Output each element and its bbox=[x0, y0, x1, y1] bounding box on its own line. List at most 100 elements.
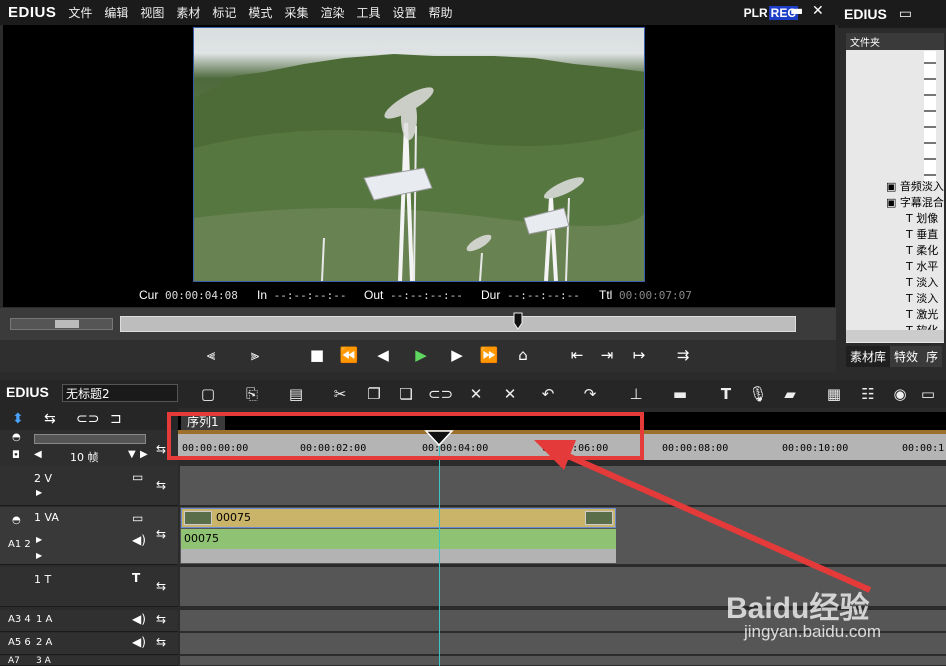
save-icon[interactable]: ▤ bbox=[286, 383, 306, 405]
sync-lock-icon[interactable]: ⇆ bbox=[156, 478, 166, 492]
plr-label[interactable]: PLR bbox=[744, 6, 768, 20]
seek-playhead[interactable] bbox=[513, 312, 523, 330]
track-header-2v[interactable]: 2 V ▭ ▶ ⇆ bbox=[0, 466, 178, 506]
zoom-label[interactable]: 10 帧 bbox=[70, 449, 99, 465]
paste-icon[interactable]: ❏ bbox=[396, 383, 416, 405]
next-edit-icon[interactable]: ⇥ bbox=[596, 344, 618, 366]
delete-icon[interactable]: ✕ bbox=[466, 383, 486, 405]
title-icon[interactable]: T bbox=[716, 383, 736, 405]
track-icon[interactable]: ◘ bbox=[12, 450, 20, 461]
set-in-icon[interactable]: ⫷ bbox=[200, 344, 222, 366]
sync-lock-icon[interactable]: ⇆ bbox=[156, 635, 166, 649]
expand-icon[interactable]: ⇆ bbox=[156, 442, 166, 456]
menu-capture[interactable]: 采集 bbox=[284, 4, 308, 21]
track-mode-icon[interactable]: ⊂⊃ bbox=[76, 411, 99, 427]
open-icon[interactable]: ⎘ bbox=[242, 383, 262, 405]
zoom-dropdown-icon[interactable]: ▼ bbox=[128, 449, 136, 460]
shuttle-slider[interactable] bbox=[10, 318, 113, 330]
track-header-1va[interactable]: ◓ 1 VA ▭ ◀) ▶ ▶ A1 2 ⇆ bbox=[0, 507, 178, 565]
zoom-right-icon[interactable]: ▶ bbox=[140, 449, 148, 460]
tree-item[interactable]: T 淡入 bbox=[886, 275, 944, 291]
expand-track-icon[interactable]: ▶ bbox=[36, 488, 42, 497]
mixer-icon[interactable]: ☷ bbox=[858, 383, 878, 405]
video-mute-icon[interactable]: ▭ bbox=[132, 470, 143, 484]
expand-track-icon[interactable]: ▶ bbox=[36, 551, 42, 560]
menu-view[interactable]: 视图 bbox=[140, 4, 164, 21]
ripple-delete-icon[interactable]: ✕ bbox=[500, 383, 520, 405]
track-header-2a[interactable]: A5 6 2 A ◀) ⇆ bbox=[0, 633, 178, 655]
menu-settings[interactable]: 设置 bbox=[392, 4, 416, 21]
menu-render[interactable]: 渲染 bbox=[320, 4, 344, 21]
tree-item[interactable]: ▣ 字幕混合 bbox=[886, 195, 944, 211]
zoom-slider[interactable] bbox=[34, 434, 146, 444]
play-icon[interactable]: ▶ bbox=[410, 344, 432, 366]
copy-icon[interactable]: ❐ bbox=[364, 383, 384, 405]
menu-tools[interactable]: 工具 bbox=[356, 4, 380, 21]
color-icon[interactable]: ◉ bbox=[890, 383, 910, 405]
menu-mode[interactable]: 模式 bbox=[248, 4, 272, 21]
mic-icon[interactable]: 🎙 bbox=[748, 383, 768, 405]
expand-track-icon[interactable]: ▶ bbox=[36, 535, 42, 544]
set-out-icon[interactable]: ⫸ bbox=[244, 344, 266, 366]
transition-icon[interactable]: ▬ bbox=[670, 383, 690, 405]
tree-item[interactable]: T 水平 bbox=[886, 259, 944, 275]
tab-sequence[interactable]: 序 bbox=[922, 346, 943, 367]
video-mute-icon[interactable]: ▭ bbox=[132, 511, 143, 525]
seek-bar[interactable] bbox=[120, 316, 796, 332]
step-forward-icon[interactable]: ▶ bbox=[446, 344, 468, 366]
marker-icon[interactable]: ⊥ bbox=[626, 383, 646, 405]
sync-icon[interactable]: ⬍ bbox=[12, 411, 24, 427]
step-back-icon[interactable]: ◀ bbox=[372, 344, 394, 366]
menu-file[interactable]: 文件 bbox=[68, 4, 92, 21]
overwrite-icon[interactable]: ⇉ bbox=[672, 344, 694, 366]
insert-icon[interactable]: ↦ bbox=[628, 344, 650, 366]
menu-edit[interactable]: 编辑 bbox=[104, 4, 128, 21]
render-icon[interactable]: ▰ bbox=[780, 383, 800, 405]
undo-icon[interactable]: ↶ bbox=[538, 383, 558, 405]
prev-edit-icon[interactable]: ⇤ bbox=[566, 344, 588, 366]
tree-item[interactable]: T 垂直 bbox=[886, 227, 944, 243]
speaker-icon[interactable]: ◀) bbox=[132, 533, 146, 547]
sync-lock-icon[interactable]: ⇆ bbox=[156, 579, 166, 593]
tab-effects[interactable]: 特效 bbox=[890, 346, 923, 367]
close-icon[interactable]: ✕ bbox=[812, 3, 824, 19]
menu-marker[interactable]: 标记 bbox=[212, 4, 236, 21]
snap-icon[interactable]: ⊐ bbox=[110, 411, 122, 427]
new-sequence-icon[interactable]: ▢ bbox=[198, 383, 218, 405]
speaker-icon[interactable]: ◀) bbox=[132, 612, 146, 626]
sync-lock-icon[interactable]: ⇆ bbox=[156, 527, 166, 541]
tab-bin[interactable]: 素材库 bbox=[846, 346, 891, 367]
redo-icon[interactable]: ↷ bbox=[580, 383, 600, 405]
tree-item[interactable]: T 淡入 bbox=[886, 291, 944, 307]
lock-icon[interactable]: ◓ bbox=[12, 432, 21, 443]
tree-item[interactable]: T 划像 bbox=[886, 211, 944, 227]
rewind-icon[interactable]: ⏪ bbox=[338, 344, 360, 366]
layout-icon[interactable]: ▭ bbox=[918, 383, 938, 405]
shuttle-handle[interactable] bbox=[55, 320, 79, 328]
track-header-1a[interactable]: A3 4 1 A ◀) ⇆ bbox=[0, 610, 178, 632]
zoom-left-icon[interactable]: ◀ bbox=[34, 449, 42, 460]
loop-icon[interactable]: ⌂ bbox=[512, 344, 534, 366]
tree-item[interactable]: T 激光 bbox=[886, 307, 944, 323]
speaker-icon[interactable]: ◀) bbox=[132, 635, 146, 649]
lock-icon[interactable]: ◓ bbox=[12, 515, 21, 526]
sync-lock-icon[interactable]: ⇆ bbox=[156, 612, 166, 626]
video-preview bbox=[193, 27, 645, 282]
track-header-1t[interactable]: 1 T T ⇆ bbox=[0, 567, 178, 607]
grid-icon[interactable]: ▦ bbox=[824, 383, 844, 405]
track-header-3a[interactable]: A7 3 A bbox=[0, 656, 178, 666]
bin-scrollbar[interactable] bbox=[846, 330, 944, 342]
tree-item[interactable]: T 柔化 bbox=[886, 243, 944, 259]
link-icon[interactable]: ⊂⊃ bbox=[428, 383, 453, 405]
minimize-icon[interactable]: ▬ bbox=[790, 3, 803, 19]
ripple-icon[interactable]: ⇆ bbox=[44, 411, 56, 427]
zoom-controls: ◓ ◘ ◀ 10 帧 ▼ ▶ ⇆ bbox=[0, 430, 178, 466]
stop-icon[interactable]: ■ bbox=[306, 344, 328, 366]
tree-item[interactable]: ▣ 音频淡入 bbox=[886, 179, 944, 195]
fast-forward-icon[interactable]: ⏩ bbox=[478, 344, 500, 366]
cut-icon[interactable]: ✂ bbox=[330, 383, 350, 405]
folder-icon[interactable]: ▭ bbox=[899, 6, 912, 22]
menu-help[interactable]: 帮助 bbox=[429, 4, 453, 21]
menu-clip[interactable]: 素材 bbox=[176, 4, 200, 21]
title-track-icon[interactable]: T bbox=[132, 571, 140, 585]
